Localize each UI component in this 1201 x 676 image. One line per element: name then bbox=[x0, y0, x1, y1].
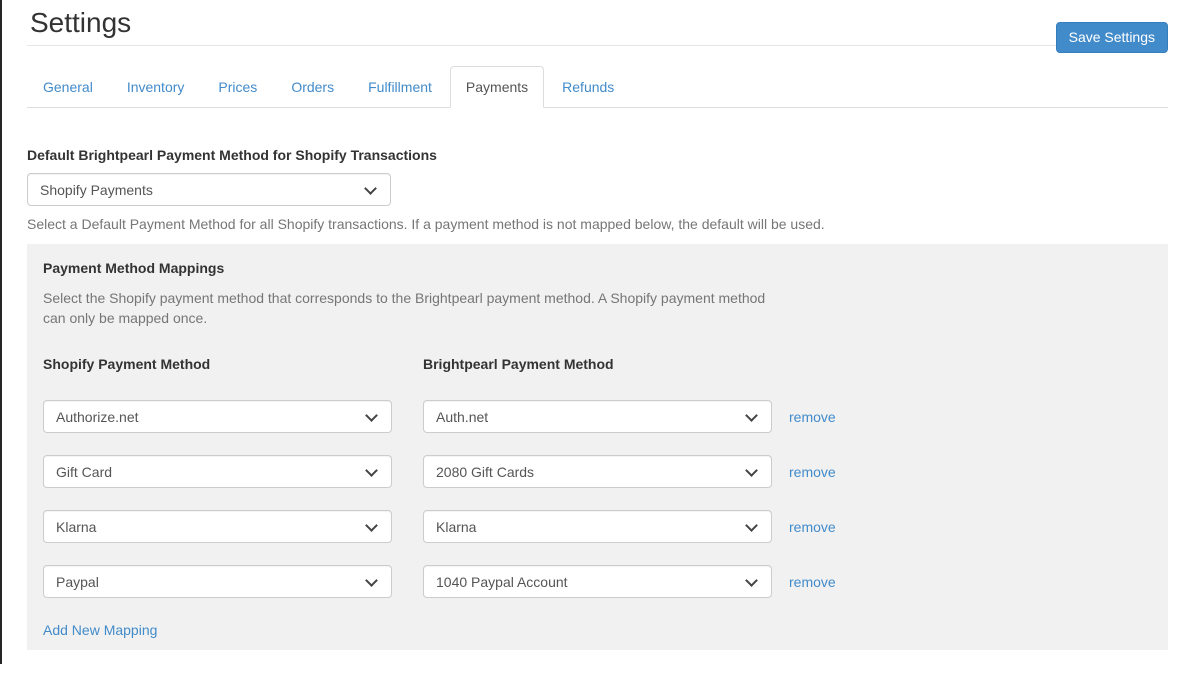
remove-mapping-link-1[interactable]: remove bbox=[789, 409, 836, 425]
brightpearl-method-select-wrap: 2080 Gift Cards bbox=[423, 455, 772, 488]
shopify-column-header: Shopify Payment Method bbox=[43, 354, 423, 374]
page-title: Settings bbox=[27, 0, 1168, 40]
remove-mapping-link-3[interactable]: remove bbox=[789, 519, 836, 535]
shopify-method-select-2[interactable]: Gift Card bbox=[44, 456, 391, 487]
settings-page: Settings Save Settings General Inventory… bbox=[27, 0, 1168, 650]
brightpearl-method-select-wrap: 1040 Paypal Account bbox=[423, 565, 772, 598]
shopify-method-select-1[interactable]: Authorize.net bbox=[44, 401, 391, 432]
default-method-help-text: Select a Default Payment Method for all … bbox=[27, 214, 1168, 234]
brightpearl-method-select-wrap: Auth.net bbox=[423, 400, 772, 433]
shopify-method-select-3[interactable]: Klarna bbox=[44, 511, 391, 542]
tab-inventory[interactable]: Inventory bbox=[111, 66, 201, 108]
mapping-row-1: Authorize.net Auth.net remove bbox=[43, 400, 1152, 433]
title-divider bbox=[27, 45, 1168, 46]
mapping-row-4: Paypal 1040 Paypal Account remove bbox=[43, 565, 1152, 598]
payment-method-mappings-panel: Payment Method Mappings Select the Shopi… bbox=[27, 244, 1168, 650]
brightpearl-method-select-wrap: Klarna bbox=[423, 510, 772, 543]
settings-tabbar: General Inventory Prices Orders Fulfillm… bbox=[27, 66, 1168, 108]
shopify-method-select-wrap: Paypal bbox=[43, 565, 392, 598]
remove-mapping-link-4[interactable]: remove bbox=[789, 574, 836, 590]
default-method-label: Default Brightpearl Payment Method for S… bbox=[27, 145, 1168, 165]
default-method-select-wrap: Shopify Payments bbox=[27, 173, 391, 206]
brightpearl-column-header: Brightpearl Payment Method bbox=[423, 354, 614, 374]
remove-mapping-link-2[interactable]: remove bbox=[789, 464, 836, 480]
tab-payments[interactable]: Payments bbox=[450, 66, 544, 108]
window-left-edge bbox=[0, 0, 2, 664]
tab-fulfillment[interactable]: Fulfillment bbox=[352, 66, 448, 108]
default-method-select[interactable]: Shopify Payments bbox=[28, 174, 390, 205]
shopify-method-select-wrap: Authorize.net bbox=[43, 400, 392, 433]
mapping-row-3: Klarna Klarna remove bbox=[43, 510, 1152, 543]
mappings-description: Select the Shopify payment method that c… bbox=[43, 288, 791, 328]
shopify-method-select-wrap: Gift Card bbox=[43, 455, 392, 488]
tab-refunds[interactable]: Refunds bbox=[546, 66, 630, 108]
tab-general[interactable]: General bbox=[27, 66, 109, 108]
mappings-title: Payment Method Mappings bbox=[43, 258, 1152, 278]
shopify-method-select-wrap: Klarna bbox=[43, 510, 392, 543]
shopify-method-select-4[interactable]: Paypal bbox=[44, 566, 391, 597]
brightpearl-method-select-1[interactable]: Auth.net bbox=[424, 401, 771, 432]
mapping-row-2: Gift Card 2080 Gift Cards remove bbox=[43, 455, 1152, 488]
brightpearl-method-select-2[interactable]: 2080 Gift Cards bbox=[424, 456, 771, 487]
add-new-mapping-link[interactable]: Add New Mapping bbox=[43, 620, 157, 640]
mappings-column-headers: Shopify Payment Method Brightpearl Payme… bbox=[43, 354, 1152, 374]
tab-prices[interactable]: Prices bbox=[202, 66, 273, 108]
save-settings-button[interactable]: Save Settings bbox=[1056, 22, 1168, 53]
brightpearl-method-select-3[interactable]: Klarna bbox=[424, 511, 771, 542]
tab-orders[interactable]: Orders bbox=[275, 66, 350, 108]
brightpearl-method-select-4[interactable]: 1040 Paypal Account bbox=[424, 566, 771, 597]
